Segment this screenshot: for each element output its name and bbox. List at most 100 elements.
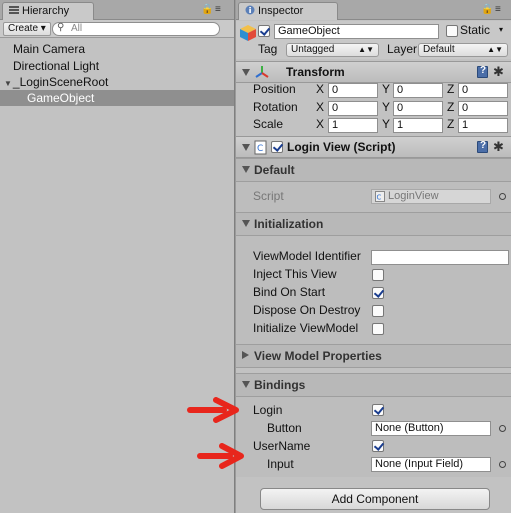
login-view-title: Login View (Script) xyxy=(287,140,396,154)
bind-on-start-label: Bind On Start xyxy=(253,285,326,299)
rotation-x-field[interactable]: 0 xyxy=(328,101,378,116)
scale-x-field[interactable]: 1 xyxy=(328,118,378,133)
script-enabled-checkbox[interactable] xyxy=(271,141,283,153)
viewmodel-identifier-field[interactable] xyxy=(371,250,509,265)
expand-triangle-icon[interactable]: ▼ xyxy=(4,79,12,88)
dropdown-arrow-icon: ▲▼ xyxy=(358,45,374,54)
dispose-on-destroy-label: Dispose On Destroy xyxy=(253,303,361,317)
svg-text:C: C xyxy=(257,144,263,154)
script-label: Script xyxy=(253,189,284,203)
y-label: Y xyxy=(382,100,391,114)
foldout-triangle-icon[interactable] xyxy=(242,166,250,173)
login-view-header[interactable]: C Login View (Script) ✱ xyxy=(236,136,511,158)
scale-z-value: 1 xyxy=(462,119,469,131)
object-picker-icon[interactable] xyxy=(499,425,506,432)
rotation-label: Rotation xyxy=(253,100,298,114)
foldout-triangle-icon[interactable] xyxy=(242,381,250,388)
button-field[interactable]: None (Button) xyxy=(371,421,491,436)
initialize-viewmodel-label: Initialize ViewModel xyxy=(253,321,359,335)
gear-icon[interactable]: ✱ xyxy=(493,140,504,153)
foldout-triangle-icon[interactable] xyxy=(242,220,250,227)
login-checkbox[interactable] xyxy=(372,404,384,416)
static-label: Static xyxy=(460,23,491,37)
list-icon xyxy=(9,5,19,15)
tag-dropdown[interactable]: Untagged ▲▼ xyxy=(286,43,379,57)
hierarchy-item-login-scene-root[interactable]: ▼_LoginSceneRoot xyxy=(0,74,234,90)
bindings-body: Login Button None (Button) UserName Inpu… xyxy=(236,397,511,477)
object-name-field[interactable]: GameObject xyxy=(274,24,439,39)
create-button[interactable]: Create ▾ xyxy=(3,22,51,36)
dropdown-arrow-icon: ▲▼ xyxy=(487,45,503,54)
input-field[interactable]: None (Input Field) xyxy=(371,457,491,472)
section-view-model-properties[interactable]: View Model Properties xyxy=(236,344,511,368)
info-icon xyxy=(245,5,255,15)
hierarchy-panel: Hierarchy 🔒 ≡ Create ▾ ⚲ All Main Camera… xyxy=(0,0,235,513)
transform-header[interactable]: Transform ✱ xyxy=(236,61,511,83)
tab-inspector[interactable]: Inspector xyxy=(238,2,338,20)
x-label: X xyxy=(316,117,325,131)
cube-icon xyxy=(239,24,257,45)
panel-menu-icon[interactable]: ≡ xyxy=(495,4,501,15)
list-item-label: Main Camera xyxy=(13,42,86,56)
section-view-model-properties-title: View Model Properties xyxy=(254,349,382,363)
gameobject-header: GameObject Static ▾ Tag Untagged ▲▼ Layer… xyxy=(236,21,511,59)
help-book-icon[interactable] xyxy=(477,140,488,153)
hierarchy-tabbar: Hierarchy 🔒 ≡ xyxy=(0,0,234,20)
gear-icon[interactable]: ✱ xyxy=(493,65,504,78)
inject-this-view-checkbox[interactable] xyxy=(372,269,384,281)
dispose-on-destroy-checkbox[interactable] xyxy=(372,305,384,317)
red-arrow-username xyxy=(197,443,244,469)
hierarchy-item-directional-light[interactable]: Directional Light xyxy=(0,58,234,74)
object-picker-icon[interactable] xyxy=(499,193,506,200)
add-component-label: Add Component xyxy=(331,492,419,506)
hierarchy-item-main-camera[interactable]: Main Camera xyxy=(0,41,234,57)
list-item-label: _LoginSceneRoot xyxy=(12,75,109,89)
create-button-label: Create xyxy=(8,23,39,34)
scale-y-field[interactable]: 1 xyxy=(393,118,443,133)
list-item-label: Directional Light xyxy=(13,59,100,73)
rotation-z-field[interactable]: 0 xyxy=(458,101,508,116)
object-picker-icon[interactable] xyxy=(499,461,506,468)
rotation-y-value: 0 xyxy=(397,102,404,114)
lock-icon[interactable]: 🔒 xyxy=(481,4,493,15)
position-z-value: 0 xyxy=(462,84,469,96)
position-x-field[interactable]: 0 xyxy=(328,83,378,98)
scale-label: Scale xyxy=(253,117,284,131)
section-bindings-title: Bindings xyxy=(254,378,306,392)
position-z-field[interactable]: 0 xyxy=(458,83,508,98)
username-checkbox[interactable] xyxy=(372,440,384,452)
layer-value: Default xyxy=(423,44,455,55)
tab-hierarchy[interactable]: Hierarchy xyxy=(2,2,94,20)
initialization-body: ViewModel Identifier Inject This View Bi… xyxy=(236,236,511,344)
script-field: C LoginView xyxy=(371,189,491,204)
hierarchy-item-gameobject[interactable]: GameObject xyxy=(0,90,234,106)
foldout-triangle-icon[interactable] xyxy=(242,351,249,359)
static-checkbox[interactable] xyxy=(446,25,458,37)
static-dropdown-icon[interactable]: ▾ xyxy=(499,25,503,34)
login-label: Login xyxy=(253,403,283,417)
script-row: Script C LoginView xyxy=(236,182,511,212)
rotation-y-field[interactable]: 0 xyxy=(393,101,443,116)
z-label: Z xyxy=(447,100,455,114)
inspector-panel: Inspector 🔒 ≡ GameObject Static ▾ Tag Un… xyxy=(236,0,511,513)
add-component-button[interactable]: Add Component xyxy=(260,488,490,510)
panel-menu-icon[interactable]: ≡ xyxy=(215,4,221,15)
bind-on-start-checkbox[interactable] xyxy=(372,287,384,299)
foldout-triangle-icon[interactable] xyxy=(242,144,250,151)
lock-icon[interactable]: 🔒 xyxy=(201,4,213,15)
button-label: Button xyxy=(267,421,302,435)
scale-z-field[interactable]: 1 xyxy=(458,118,508,133)
inspector-tabbar: Inspector 🔒 ≡ xyxy=(236,0,511,20)
section-initialization[interactable]: Initialization xyxy=(236,212,511,236)
layer-dropdown[interactable]: Default ▲▼ xyxy=(418,43,508,57)
search-input[interactable]: ⚲ All xyxy=(52,22,220,36)
section-bindings[interactable]: Bindings xyxy=(236,373,511,397)
initialize-viewmodel-checkbox[interactable] xyxy=(372,323,384,335)
position-y-field[interactable]: 0 xyxy=(393,83,443,98)
list-item-label: GameObject xyxy=(27,91,95,105)
help-book-icon[interactable] xyxy=(477,65,488,78)
section-default[interactable]: Default xyxy=(236,158,511,182)
active-checkbox[interactable] xyxy=(258,25,270,37)
foldout-triangle-icon[interactable] xyxy=(242,69,250,76)
x-label: X xyxy=(316,100,325,114)
